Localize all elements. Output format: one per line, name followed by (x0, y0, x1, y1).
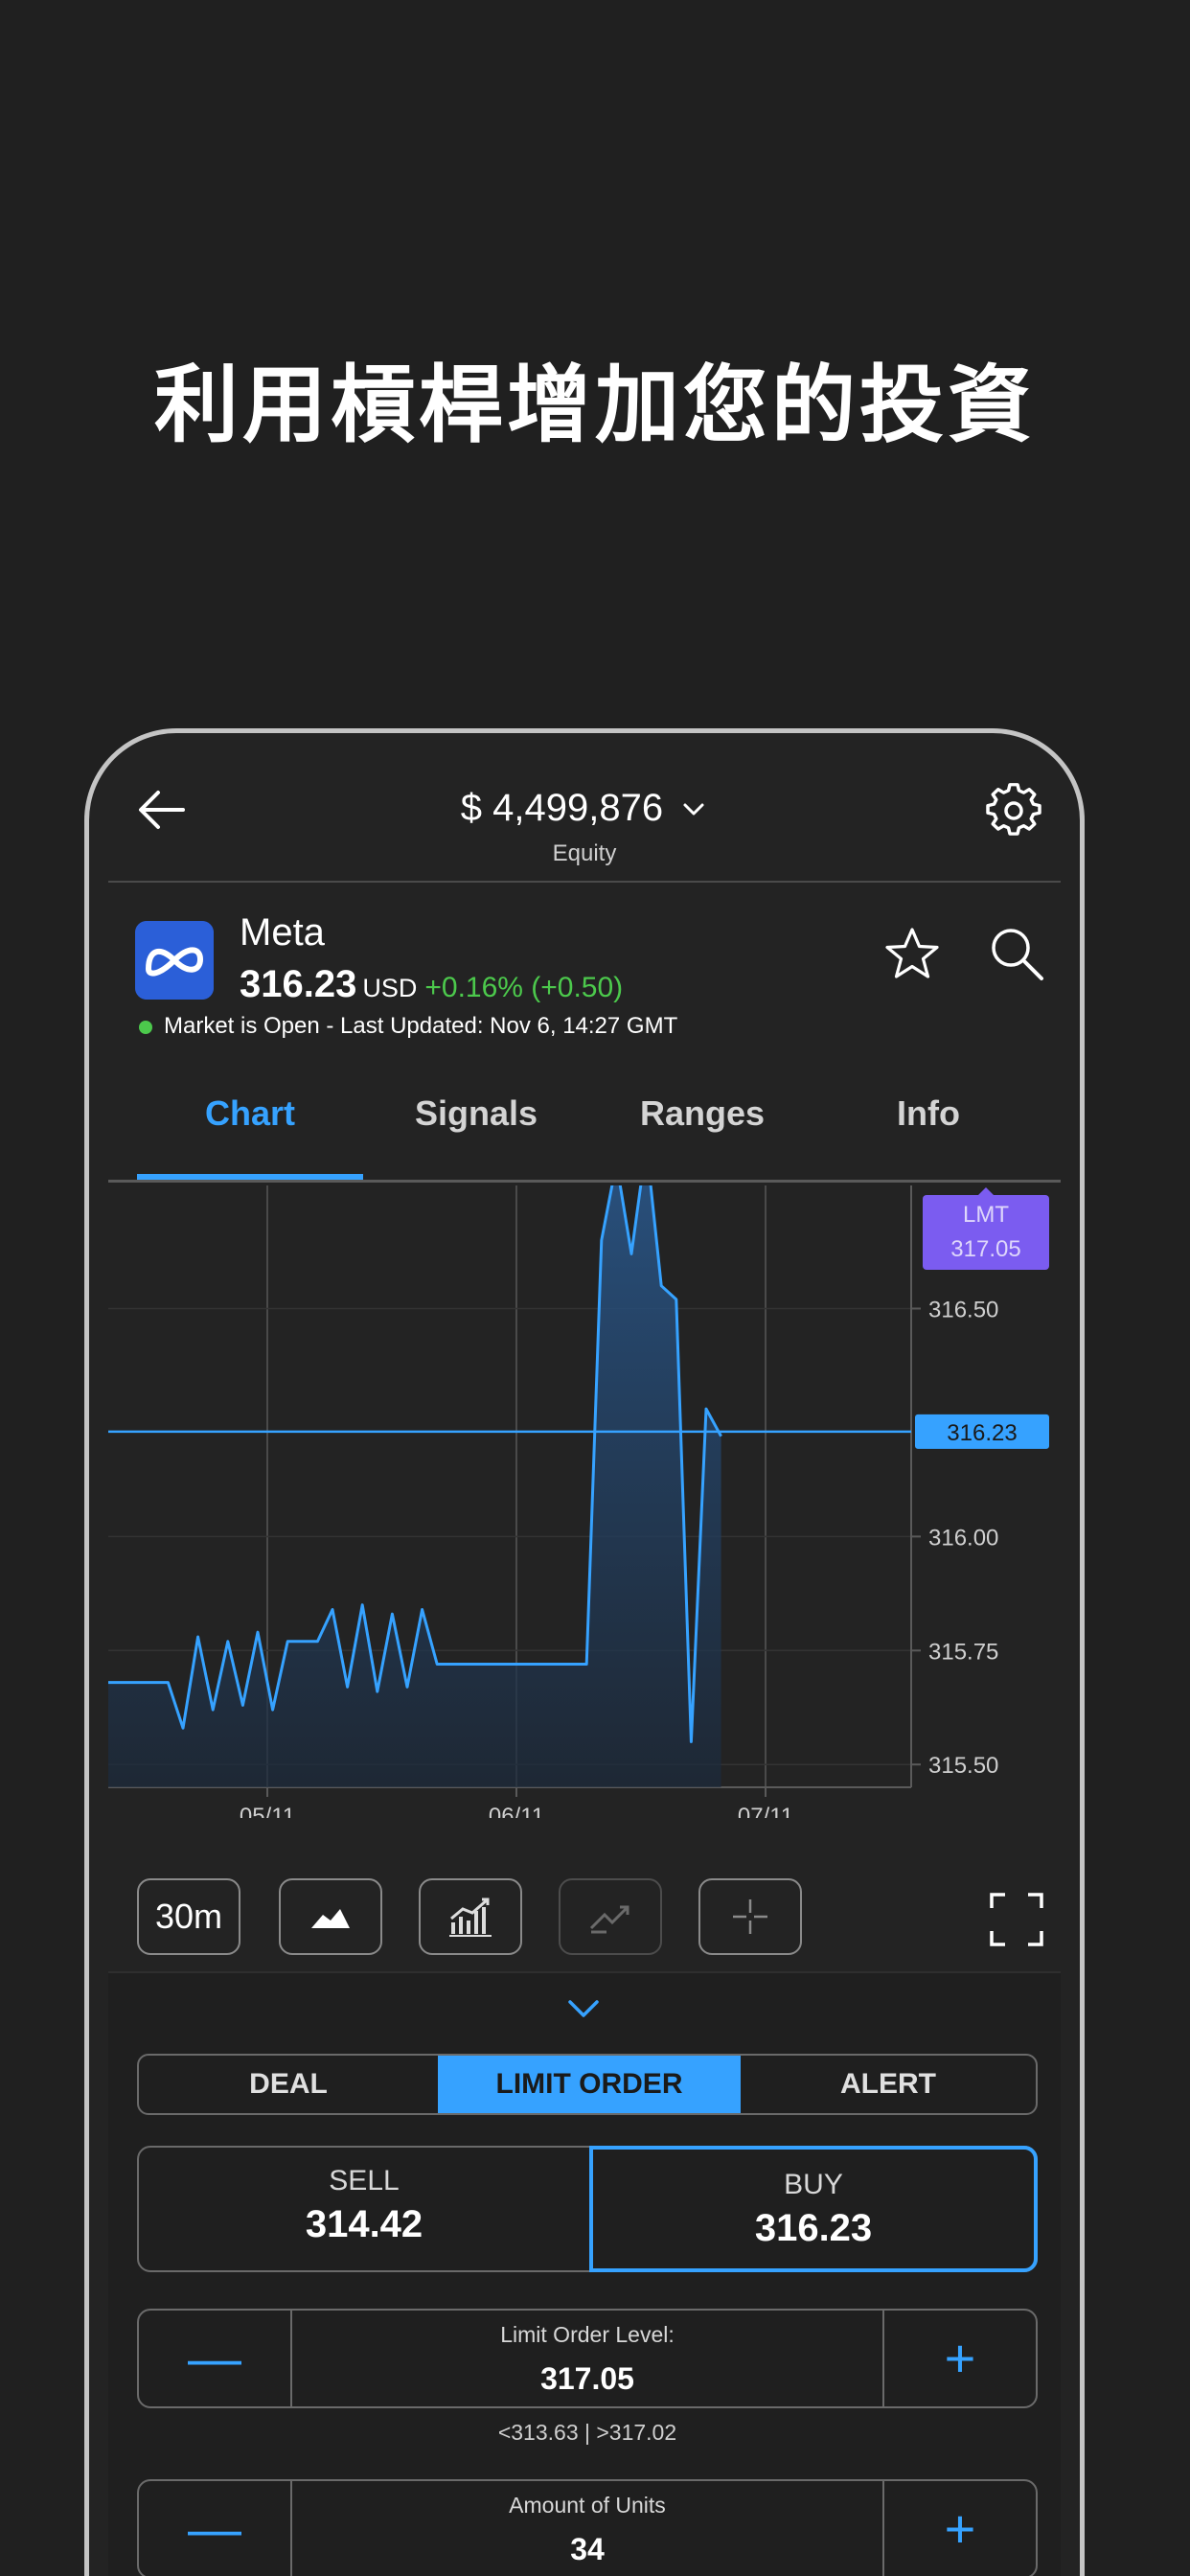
draw-trend-icon (589, 1905, 629, 1934)
tab-divider (108, 1180, 1061, 1183)
buy-price: 316.23 (754, 2207, 873, 2249)
tab-ranges[interactable]: Ranges (589, 1093, 815, 1134)
y-tick-label: 315.75 (928, 1639, 998, 1665)
limit-marker-value: 317.05 (950, 1236, 1020, 1262)
instrument-change: +0.16% (+0.50) (424, 972, 624, 1003)
limit-level-value: 317.05 (540, 2361, 634, 2396)
segment-alert[interactable]: ALERT (741, 2056, 1036, 2113)
star-icon[interactable] (882, 925, 942, 984)
units-field[interactable]: Amount of Units 34 (292, 2481, 882, 2567)
crosshair-icon (733, 1899, 767, 1934)
market-open-dot (139, 1020, 152, 1034)
instrument-name: Meta (240, 911, 325, 954)
crosshair-button[interactable] (698, 1878, 802, 1955)
segment-deal[interactable]: DEAL (139, 2056, 438, 2113)
area-chart-icon (311, 1909, 350, 1928)
instrument-price: 316.23 (240, 963, 357, 1005)
limit-range-hint: <313.63 | >317.02 (497, 2420, 677, 2445)
units-label: Amount of Units (509, 2493, 666, 2518)
limit-level-label: Limit Order Level: (500, 2322, 675, 2347)
market-status: Market is Open - Last Updated: Nov 6, 14… (139, 1013, 677, 1040)
limit-increase-button[interactable]: + (882, 2311, 1036, 2406)
x-tick-label: 06/11 (489, 1804, 544, 1818)
y-tick-label: 315.50 (928, 1753, 998, 1779)
instrument-price-row: 316.23 USD +0.16% (+0.50) (240, 963, 623, 1006)
interval-button[interactable]: 30m (137, 1878, 240, 1955)
buy-label: BUY (784, 2169, 843, 2200)
draw-button[interactable] (559, 1878, 662, 1955)
y-tick-label: 316.00 (928, 1525, 998, 1551)
units-decrease-button[interactable]: — (139, 2481, 292, 2576)
equity-value: $ 4,499,876 (460, 787, 664, 829)
limit-level-field[interactable]: Limit Order Level: 317.05 (292, 2311, 882, 2397)
order-panel: DEAL LIMIT ORDER ALERT SELL 314.42 BUY 3… (108, 1971, 1061, 2576)
current-price-label: 316.23 (947, 1420, 1017, 1446)
indicators-button[interactable] (419, 1878, 522, 1955)
promo-headline: 利用槓桿增加您的投資 (153, 356, 1036, 454)
instrument-currency: USD (362, 974, 418, 1002)
buy-button[interactable]: BUY 316.23 (589, 2146, 1038, 2272)
gear-icon[interactable] (986, 783, 1041, 839)
units-increase-button[interactable]: + (882, 2481, 1036, 2576)
meta-logo-icon (135, 921, 214, 1000)
market-status-text: Market is Open - Last Updated: Nov 6, 14… (164, 1013, 678, 1039)
limit-marker-label: LMT (963, 1202, 1009, 1228)
price-chart[interactable]: 316.50 316.00 315.75 315.50 05/11 06/11 07/11 3… (108, 1185, 1057, 1818)
collapse-chevron-icon[interactable] (564, 1994, 603, 2023)
tab-chart[interactable]: Chart (137, 1093, 363, 1134)
x-tick-label: 05/11 (240, 1804, 295, 1818)
phone-frame: $ 4,499,876 Equity Meta 316.23 USD +0.16% … (84, 728, 1085, 2576)
x-tick-label: 07/11 (738, 1804, 793, 1818)
chevron-down-icon (683, 803, 704, 816)
order-type-segment: DEAL LIMIT ORDER ALERT (137, 2054, 1038, 2115)
sell-buy-selector: SELL 314.42 BUY 316.23 (137, 2146, 1038, 2272)
indicators-icon (449, 1898, 492, 1937)
limit-level-stepper: — Limit Order Level: 317.05 + (137, 2309, 1038, 2408)
search-icon[interactable] (986, 923, 1047, 984)
sell-label: SELL (329, 2165, 400, 2196)
header-divider (108, 881, 1061, 883)
equity-label: Equity (552, 840, 617, 866)
y-tick-label: 316.50 (928, 1297, 998, 1322)
app-header: $ 4,499,876 Equity (89, 733, 1080, 885)
tab-info[interactable]: Info (815, 1093, 1041, 1134)
fullscreen-icon[interactable] (988, 1891, 1045, 1948)
units-value: 34 (570, 2532, 605, 2566)
units-stepper: — Amount of Units 34 + (137, 2479, 1038, 2576)
tab-signals[interactable]: Signals (363, 1093, 589, 1134)
sell-button[interactable]: SELL 314.42 (139, 2146, 591, 2272)
segment-limit-order[interactable]: LIMIT ORDER (438, 2056, 741, 2113)
equity-selector[interactable]: $ 4,499,876 (89, 787, 1080, 830)
chart-type-button[interactable] (279, 1878, 382, 1955)
limit-decrease-button[interactable]: — (139, 2311, 292, 2406)
series-area (108, 1185, 721, 1787)
tab-bar: Chart Signals Ranges Info (116, 1093, 1053, 1170)
limit-marker-pointer (978, 1187, 994, 1195)
sell-price: 314.42 (305, 2203, 423, 2245)
